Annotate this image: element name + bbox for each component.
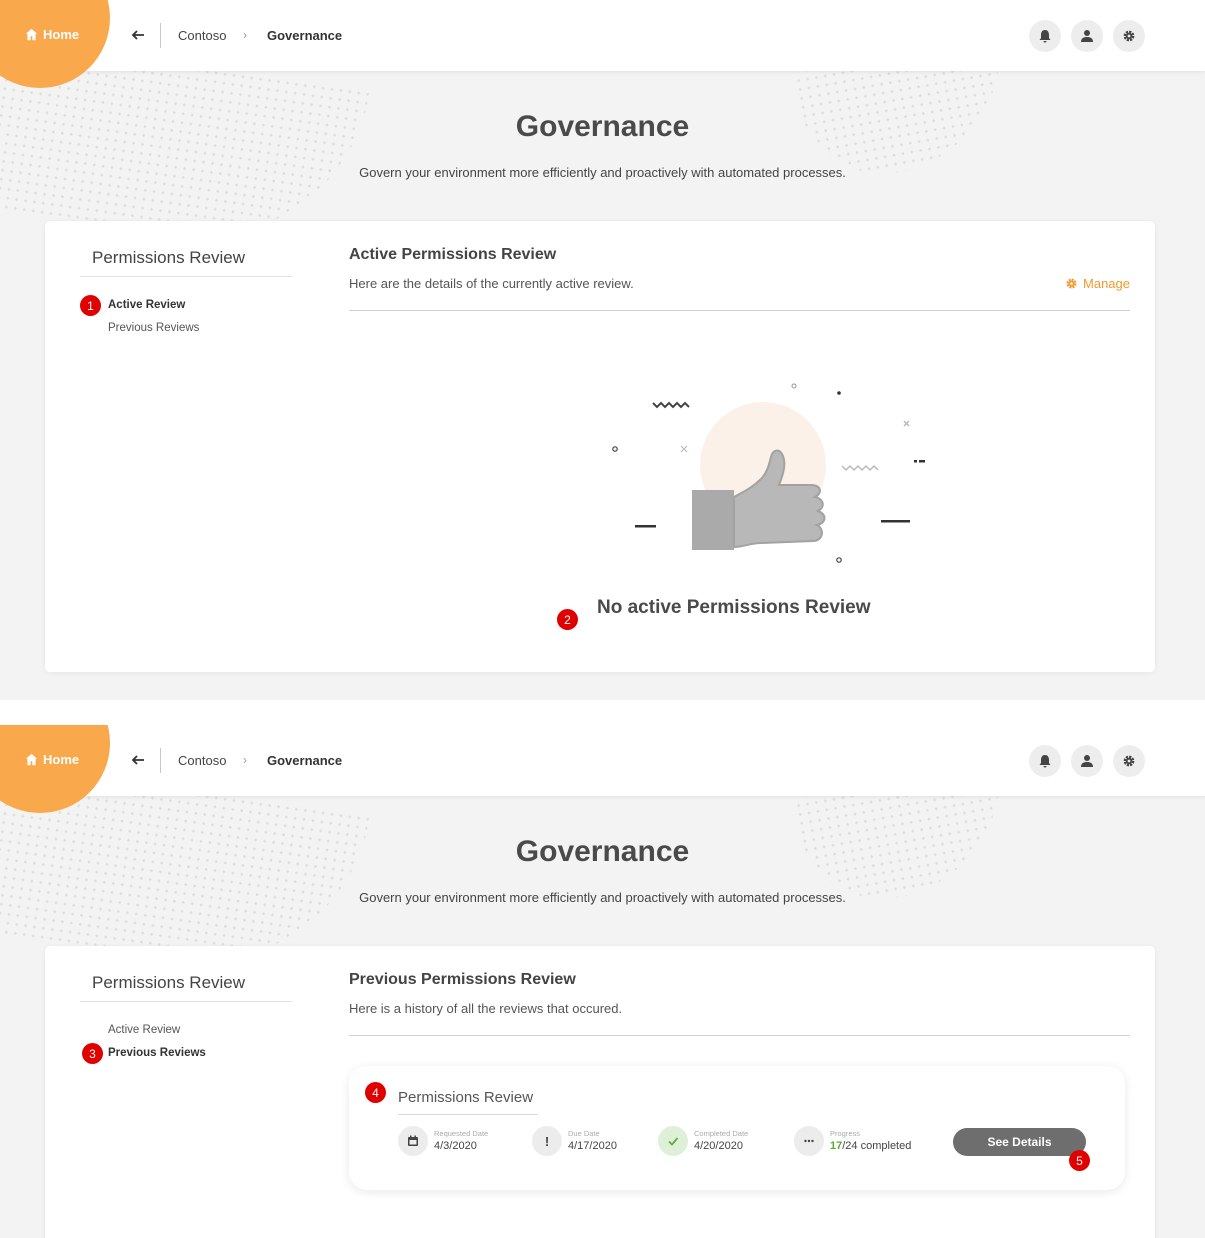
stat-label: Due Date bbox=[568, 1128, 600, 1138]
stat-value: 4/17/2020 bbox=[568, 1140, 617, 1153]
notifications-button[interactable] bbox=[1029, 745, 1061, 777]
breadcrumb-contoso[interactable]: Contoso bbox=[178, 28, 226, 43]
empty-state-message: No active Permissions Review bbox=[597, 597, 871, 618]
sidebar-title: Permissions Review bbox=[92, 248, 246, 267]
divider bbox=[160, 748, 161, 773]
profile-button[interactable] bbox=[1071, 745, 1103, 777]
breadcrumb-separator: › bbox=[243, 753, 247, 767]
stat-label: Requested Date bbox=[434, 1128, 489, 1138]
sidebar-item-previous-reviews[interactable]: Previous Reviews bbox=[108, 1047, 206, 1059]
callout-badge: 3 bbox=[82, 1043, 103, 1064]
divider bbox=[349, 310, 1130, 311]
divider bbox=[160, 23, 161, 48]
progress-total: /24 completed bbox=[842, 1140, 912, 1153]
stat-label: Progress bbox=[830, 1128, 861, 1138]
checkmark-icon bbox=[658, 1126, 688, 1156]
requested-date: Requested Date 4/3/2020 bbox=[398, 1126, 488, 1156]
section-subtitle: Here is a history of all the reviews tha… bbox=[349, 1001, 623, 1016]
breadcrumb-governance: Governance bbox=[267, 753, 343, 768]
breadcrumb-separator: › bbox=[243, 28, 247, 42]
user-icon bbox=[1081, 30, 1093, 42]
stat-value: 17/24 completed bbox=[830, 1140, 911, 1152]
page-title: Governance bbox=[515, 835, 690, 868]
top-bar: Home Contoso › Governance bbox=[0, 0, 1205, 88]
gear-icon bbox=[1123, 755, 1135, 767]
content-card: Permissions Review Active Review 3 Previ… bbox=[45, 946, 1155, 1238]
manage-button[interactable]: Manage bbox=[1065, 276, 1130, 291]
bell-icon bbox=[1039, 755, 1051, 768]
user-icon bbox=[1081, 755, 1093, 767]
breadcrumb-contoso[interactable]: Contoso bbox=[178, 753, 226, 768]
home-button[interactable]: Home bbox=[25, 752, 79, 767]
content-card: Permissions Review 1 Active Review Previ… bbox=[45, 221, 1155, 672]
calendar-icon bbox=[398, 1126, 428, 1156]
previous-reviews-screen: Home Contoso › Governance Governance Gov… bbox=[0, 725, 1205, 1238]
callout-badge: 1 bbox=[80, 295, 101, 316]
gear-icon bbox=[1123, 30, 1135, 42]
sidebar-item-active-review[interactable]: Active Review bbox=[108, 299, 185, 311]
review-title: Permissions Review bbox=[398, 1089, 534, 1106]
notifications-button[interactable] bbox=[1029, 20, 1061, 52]
manage-label: Manage bbox=[1083, 276, 1130, 291]
home-label: Home bbox=[43, 27, 80, 42]
progress: Progress 17/24 completed bbox=[794, 1126, 911, 1156]
bell-icon bbox=[1039, 30, 1051, 43]
gear-icon bbox=[1066, 278, 1077, 289]
callout-badge: 5 bbox=[1069, 1150, 1090, 1171]
profile-button[interactable] bbox=[1071, 20, 1103, 52]
due-date: ! Due Date 4/17/2020 bbox=[532, 1126, 617, 1156]
home-icon bbox=[25, 753, 38, 766]
review-card: 4 Permissions Review Requested Date 4/3/… bbox=[349, 1066, 1125, 1190]
divider bbox=[398, 1114, 538, 1115]
see-details-button[interactable]: See Details bbox=[953, 1128, 1086, 1156]
ellipsis-icon bbox=[794, 1126, 824, 1156]
divider bbox=[80, 1001, 292, 1002]
stat-value: 4/3/2020 bbox=[434, 1140, 477, 1153]
divider bbox=[80, 276, 292, 277]
back-arrow-icon[interactable] bbox=[131, 28, 145, 42]
section-title: Previous Permissions Review bbox=[349, 971, 576, 988]
section-title: Active Permissions Review bbox=[349, 246, 557, 263]
callout-badge: 2 bbox=[557, 609, 578, 630]
settings-button[interactable] bbox=[1113, 745, 1145, 777]
home-label: Home bbox=[43, 752, 80, 767]
thumbs-up-illustration bbox=[612, 383, 925, 563]
back-arrow-icon[interactable] bbox=[131, 753, 145, 767]
top-bar: Home Contoso › Governance bbox=[0, 725, 1205, 813]
page-subtitle: Govern your environment more efficiently… bbox=[359, 165, 846, 180]
home-button[interactable]: Home bbox=[25, 27, 79, 42]
stat-label: Completed Date bbox=[694, 1128, 749, 1138]
page-title: Governance bbox=[515, 110, 690, 143]
section-subtitle: Here are the details of the currently ac… bbox=[349, 276, 634, 291]
progress-done: 17 bbox=[830, 1140, 843, 1153]
page-subtitle: Govern your environment more efficiently… bbox=[359, 890, 846, 905]
sidebar-title: Permissions Review bbox=[92, 973, 246, 992]
sidebar-item-previous-reviews[interactable]: Previous Reviews bbox=[108, 322, 199, 334]
exclamation-icon: ! bbox=[532, 1126, 562, 1156]
settings-button[interactable] bbox=[1113, 20, 1145, 52]
active-review-screen: Home Contoso › Governance Governance Gov… bbox=[0, 0, 1205, 700]
callout-badge: 4 bbox=[365, 1082, 386, 1103]
divider bbox=[349, 1035, 1130, 1036]
completed-date: Completed Date 4/20/2020 bbox=[658, 1126, 748, 1156]
breadcrumb-governance: Governance bbox=[267, 28, 343, 43]
stat-value: 4/20/2020 bbox=[694, 1140, 743, 1153]
home-icon bbox=[25, 28, 38, 41]
sidebar-item-active-review[interactable]: Active Review bbox=[108, 1024, 180, 1036]
